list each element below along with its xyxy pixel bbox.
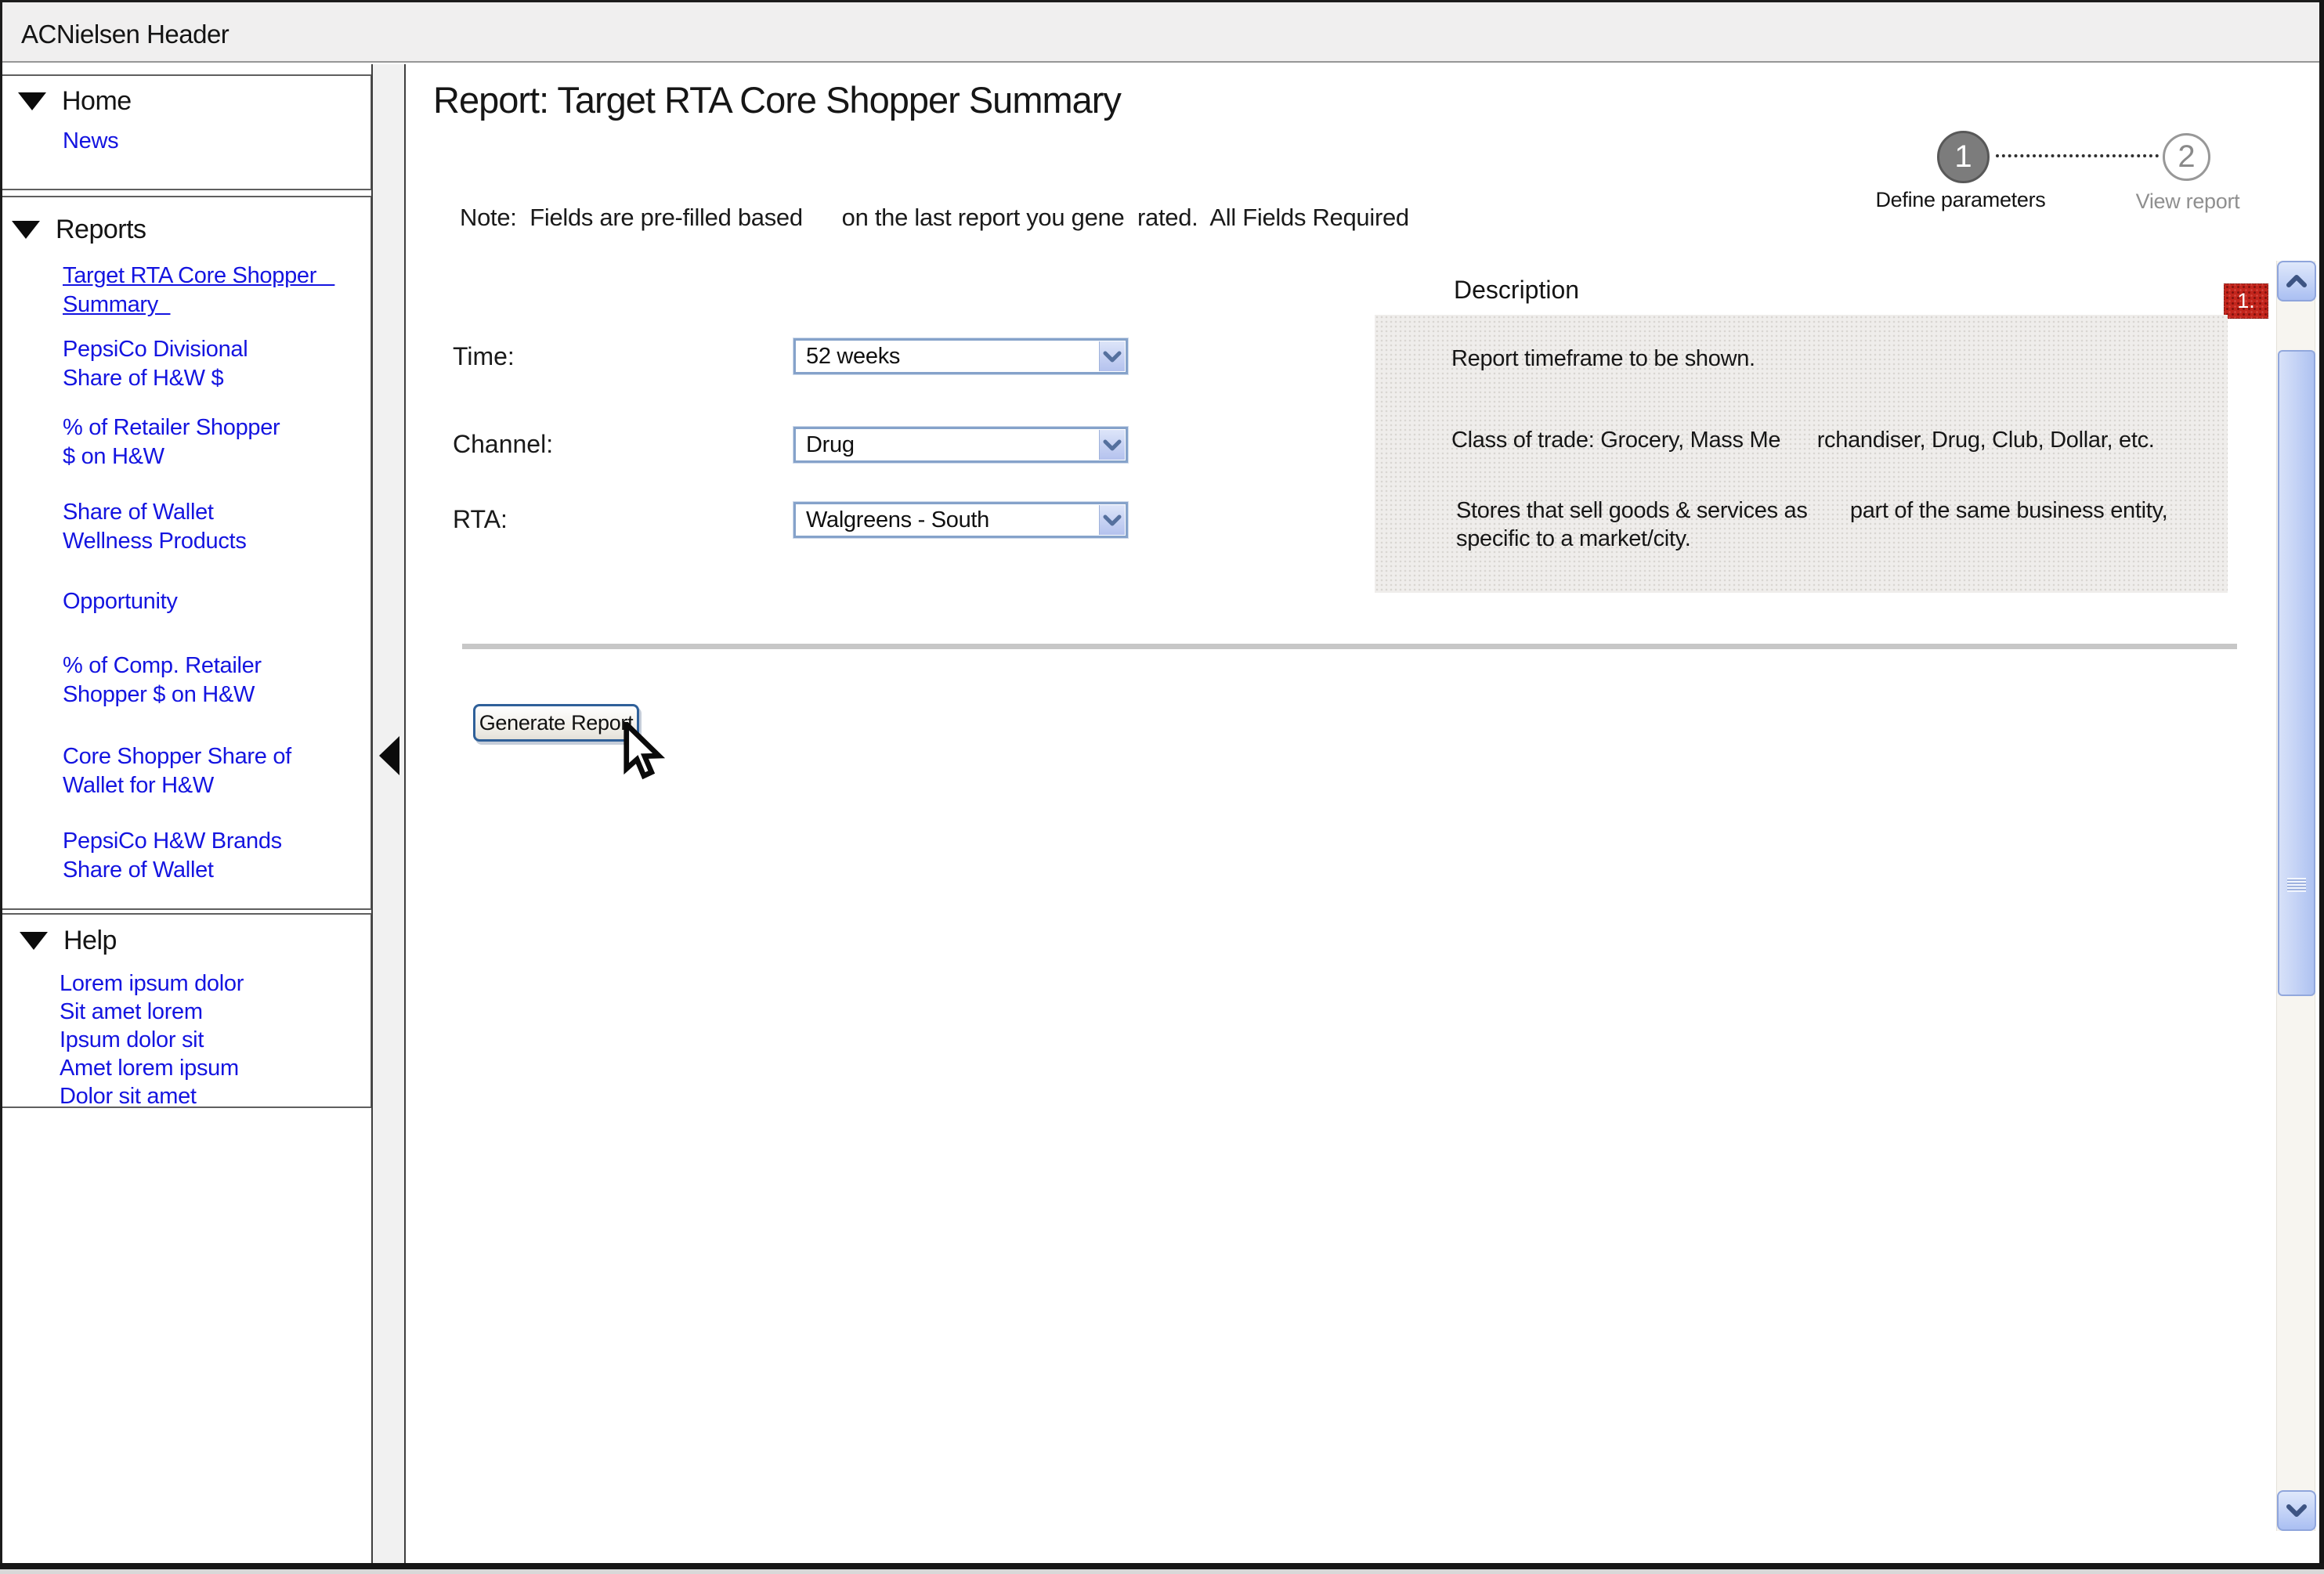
sidebar-section-reports: Reports Target RTA Core Shopper Summary …: [2, 196, 372, 910]
rta-select[interactable]: Walgreens - South: [793, 502, 1128, 538]
help-section-header[interactable]: Help: [20, 926, 117, 956]
sidebar-collapse-icon[interactable]: [379, 736, 399, 775]
sidebar-item-core-shopper-share[interactable]: Core Shopper Share of Wallet for H&W: [63, 742, 291, 800]
app-header: ACNielsen Header: [2, 2, 2319, 63]
channel-select-arrow-button[interactable]: [1099, 430, 1125, 460]
rta-label: RTA:: [453, 505, 508, 534]
vertical-scrollbar[interactable]: [2276, 261, 2315, 1531]
chevron-down-icon: [1103, 514, 1122, 527]
sidebar-splitter[interactable]: [371, 64, 406, 1563]
step-2-number: 2: [2178, 139, 2195, 175]
rta-select-arrow-button[interactable]: [1099, 505, 1125, 535]
help-section-label: Help: [63, 926, 117, 956]
sidebar-item-pepsico-divisional-share[interactable]: PepsiCo Divisional Share of H&W $: [63, 335, 248, 393]
collapse-down-triangle-icon: [12, 221, 40, 239]
section-divider-line: [462, 644, 2237, 649]
sidebar-item-help-5[interactable]: Dolor sit amet: [60, 1082, 197, 1110]
collapse-down-triangle-icon: [20, 932, 48, 950]
window-bottom-strip: [0, 1569, 2324, 1574]
sidebar-section-help: Help Lorem ipsum dolor Sit amet lorem Ip…: [2, 913, 372, 1108]
sidebar-item-news[interactable]: News: [63, 127, 118, 156]
chevron-up-icon: [2285, 273, 2308, 289]
reports-section-label: Reports: [56, 215, 146, 245]
sidebar-item-help-4[interactable]: Amet lorem ipsum: [60, 1054, 239, 1082]
sidebar-item-target-rta-core-shopper-summary[interactable]: Target RTA Core Shopper Summary: [63, 262, 334, 319]
channel-select-value: Drug: [806, 432, 855, 458]
step-1-circle: 1: [1937, 131, 1990, 183]
step-2-label: View report: [2102, 190, 2274, 214]
description-paragraph-time: Report timeframe to be shown.: [1451, 345, 1755, 373]
sidebar-section-home: Home News: [2, 74, 372, 190]
time-select-arrow-button[interactable]: [1099, 341, 1125, 371]
sidebar-item-pct-retailer-shopper[interactable]: % of Retailer Shopper $ on H&W: [63, 413, 280, 471]
channel-select[interactable]: Drug: [793, 427, 1128, 463]
window-border-bottom: [0, 1563, 2324, 1569]
collapse-down-triangle-icon: [18, 92, 46, 110]
step-connector-dotted-line: [1996, 154, 2159, 157]
scroll-down-button[interactable]: [2277, 1490, 2316, 1531]
sidebar-item-share-of-wallet-wellness[interactable]: Share of Wallet Wellness Products: [63, 498, 247, 556]
annotation-badge: 1.: [2224, 283, 2268, 319]
description-panel: Report timeframe to be shown. Class of t…: [1375, 315, 2228, 593]
scrollbar-thumb-grip: [2287, 878, 2306, 892]
sidebar-item-help-1[interactable]: Lorem ipsum dolor: [60, 969, 244, 998]
time-label: Time:: [453, 342, 515, 371]
window-border-left: [0, 0, 2, 1574]
note-text: Note: Fields are pre-filled based on the…: [460, 204, 1409, 232]
description-heading: Description: [1454, 276, 1579, 305]
generate-report-button[interactable]: Generate Report: [473, 704, 639, 742]
chevron-down-icon: [1103, 439, 1122, 452]
window-border-right: [2319, 0, 2324, 1574]
page-title: Report: Target RTA Core Shopper Summary: [433, 78, 1121, 121]
channel-label: Channel:: [453, 430, 553, 459]
step-2-circle: 2: [2163, 133, 2210, 181]
home-section-header[interactable]: Home: [18, 86, 132, 117]
description-paragraph-channel: Class of trade: Grocery, Mass Me rchandi…: [1451, 426, 2155, 454]
step-1-label: Define parameters: [1862, 188, 2059, 212]
sidebar-item-pct-comp-retailer-shopper[interactable]: % of Comp. Retailer Shopper $ on H&W: [63, 652, 262, 709]
scrollbar-thumb[interactable]: [2278, 350, 2315, 996]
time-select-value: 52 weeks: [806, 344, 900, 370]
home-section-label: Home: [62, 86, 132, 117]
scroll-up-button[interactable]: [2277, 261, 2316, 301]
reports-section-header[interactable]: Reports: [12, 215, 146, 245]
time-select[interactable]: 52 weeks: [793, 338, 1128, 374]
sidebar-item-pepsico-hw-brands-share[interactable]: PepsiCo H&W Brands Share of Wallet: [63, 827, 282, 885]
mouse-cursor-icon: [620, 722, 669, 783]
rta-select-value: Walgreens - South: [806, 507, 989, 533]
app-window: ACNielsen Header Home News Reports Targe…: [0, 0, 2324, 1574]
sidebar-item-help-3[interactable]: Ipsum dolor sit: [60, 1026, 204, 1054]
window-border-top: [0, 0, 2324, 2]
sidebar-item-opportunity[interactable]: Opportunity: [63, 587, 178, 616]
chevron-down-icon: [1103, 350, 1122, 363]
description-paragraph-rta: Stores that sell goods & services as par…: [1456, 496, 2167, 553]
chevron-down-icon: [2285, 1503, 2308, 1518]
step-1-number: 1: [1954, 139, 1972, 175]
sidebar-item-help-2[interactable]: Sit amet lorem: [60, 998, 203, 1026]
header-title: ACNielsen Header: [21, 20, 229, 49]
